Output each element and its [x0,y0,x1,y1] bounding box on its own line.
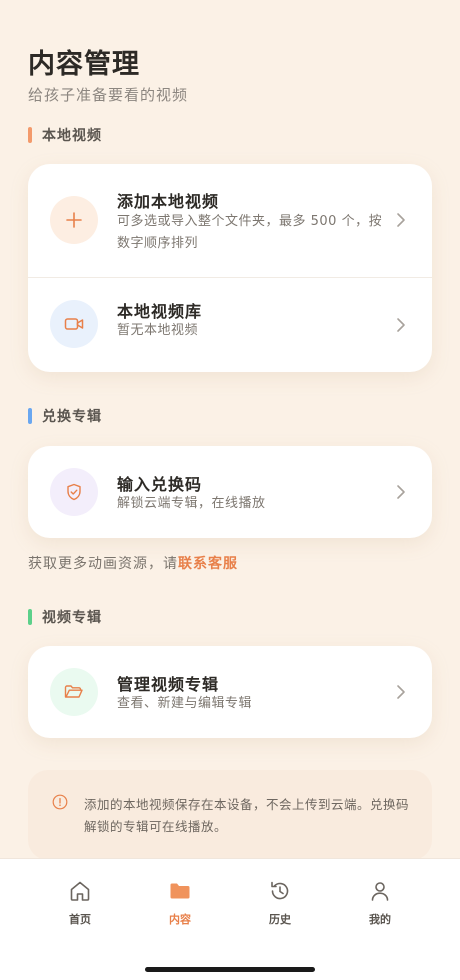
row-subtitle: 可多选或导入整个文件夹，最多 500 个，按数字顺序排列 [117,214,383,251]
tab-label: 内容 [169,913,191,926]
history-icon [271,881,289,900]
shield-check-icon [50,468,98,516]
row-subtitle: 查看、新建与编辑专辑 [117,696,253,711]
local-video-card: 添加本地视频 可多选或导入整个文件夹，最多 500 个，按数字顺序排列 本地视频… [28,164,432,372]
promo-text: 获取更多动画资源，请 [28,556,178,572]
storage-notice: 添加的本地视频保存在本设备，不会上传到云端。兑换码解锁的专辑可在线播放。 [28,770,432,860]
tab-content[interactable]: 内容 [140,879,220,929]
tab-me[interactable]: 我的 [340,879,420,929]
section-accent-bar [28,127,32,143]
page-title: 内容管理 [28,49,140,80]
section-accent-bar [28,609,32,625]
notice-text: 添加的本地视频保存在本设备，不会上传到云端。兑换码解锁的专辑可在线播放。 [84,797,410,834]
section-accent-bar [28,408,32,424]
local-video-library-row[interactable]: 本地视频库 暂无本地视频 [28,278,432,372]
chevron-right-icon [397,485,405,499]
plus-icon [50,196,98,244]
row-title: 输入兑换码 [117,475,203,494]
tab-history[interactable]: 历史 [240,879,320,929]
row-subtitle: 暂无本地视频 [117,323,199,338]
section-header-redeem: 兑换专辑 [28,406,102,426]
row-title: 管理视频专辑 [117,675,220,694]
tab-label: 历史 [269,913,291,926]
content-management-screen: 内容管理 给孩子准备要看的视频 本地视频 添加本地视频 可多选或导入整个文件夹，… [0,0,460,980]
add-local-video-row[interactable]: 添加本地视频 可多选或导入整个文件夹，最多 500 个，按数字顺序排列 [28,164,432,277]
bottom-tab-bar: 首页 内容 历史 我的 [0,858,460,980]
folder-open-icon [50,668,98,716]
redeem-card: 输入兑换码 解锁云端专辑，在线播放 [28,446,432,538]
chevron-right-icon [397,685,405,699]
manage-video-albums-row[interactable]: 管理视频专辑 查看、新建与编辑专辑 [28,646,432,738]
enter-redeem-code-row[interactable]: 输入兑换码 解锁云端专辑，在线播放 [28,446,432,538]
page-subtitle: 给孩子准备要看的视频 [28,86,189,104]
section-header-local-video: 本地视频 [28,125,102,145]
row-subtitle: 解锁云端专辑，在线播放 [117,496,266,511]
video-camera-icon [50,300,98,348]
folder-icon [170,883,190,899]
contact-support-link[interactable]: 联系客服 [178,556,238,572]
section-label: 兑换专辑 [42,409,102,425]
row-title: 添加本地视频 [117,192,220,211]
chevron-right-icon [397,318,405,332]
section-label: 视频专辑 [42,610,102,626]
chevron-right-icon [397,213,405,227]
tab-label: 首页 [69,913,91,926]
home-indicator[interactable] [145,967,315,972]
section-header-video-albums: 视频专辑 [28,607,102,627]
info-icon [52,794,68,810]
home-icon [70,881,90,901]
row-title: 本地视频库 [117,302,203,321]
tab-label: 我的 [369,913,391,926]
video-albums-card: 管理视频专辑 查看、新建与编辑专辑 [28,646,432,738]
section-label: 本地视频 [42,128,102,144]
promo-line: 获取更多动画资源，请联系客服 [28,553,238,573]
user-icon [371,882,389,901]
tab-home[interactable]: 首页 [40,879,120,929]
